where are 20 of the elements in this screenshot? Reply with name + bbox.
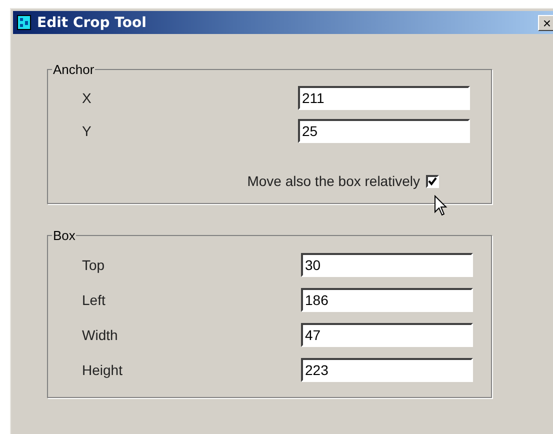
field-label: Y bbox=[81, 122, 92, 138]
field-label: Height bbox=[81, 362, 124, 378]
checkbox-label: Move also the box relatively bbox=[247, 173, 420, 189]
mouse-cursor-icon bbox=[434, 195, 448, 217]
input-field[interactable]: 47 bbox=[301, 322, 473, 346]
field-label: Left bbox=[81, 292, 106, 308]
field-label: X bbox=[81, 90, 92, 106]
checkbox[interactable] bbox=[426, 174, 439, 188]
input-field[interactable]: 211 bbox=[298, 86, 470, 110]
group-title: Anchor bbox=[52, 62, 96, 77]
input-field[interactable]: 223 bbox=[301, 358, 473, 382]
group-title: Box bbox=[52, 228, 76, 243]
input-field[interactable]: 186 bbox=[301, 288, 473, 312]
input-field[interactable]: 30 bbox=[301, 252, 473, 276]
field-label: Width bbox=[81, 326, 119, 342]
app-icon bbox=[17, 15, 31, 30]
field-label: Top bbox=[81, 256, 106, 272]
close-button[interactable]: × bbox=[538, 14, 553, 30]
window-title: Edit Crop Tool bbox=[37, 14, 146, 30]
input-field[interactable]: 25 bbox=[298, 118, 470, 142]
